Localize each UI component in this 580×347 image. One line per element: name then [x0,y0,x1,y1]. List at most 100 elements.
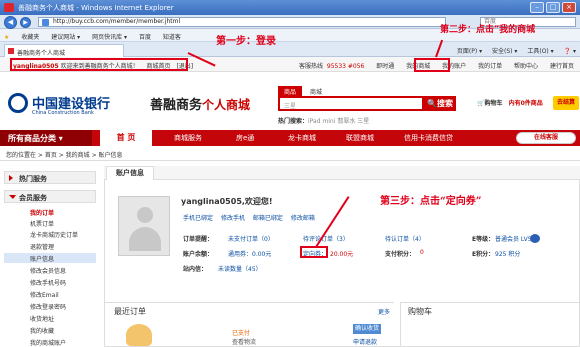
ie-icon [4,3,14,12]
back-icon[interactable]: ◀ [4,16,17,29]
sidebar-item-favorites[interactable]: 我的收藏 [30,326,54,335]
fav-item[interactable]: 建议网站 ▾ [51,34,80,41]
ccb-logo-icon[interactable] [8,93,28,113]
change-email-link[interactable]: 修改邮箱 [291,215,315,222]
account-welcome: yanglina0505,欢迎您! [181,197,273,206]
sidebar-item-password[interactable]: 修改登录密码 [30,302,66,311]
inbox-label: 站内信： [183,266,208,273]
address-input[interactable]: http://buy.ccb.com/member/member.jhtml [38,17,446,27]
sidebar-section-hot[interactable]: 热门服务 [4,171,96,184]
sidebar-item-mall-account[interactable]: 我的商城账户 [30,338,66,347]
phone-bound: 手机已绑定 [183,215,214,222]
fav-item[interactable]: 知道客 [163,34,181,41]
my-orders-link[interactable]: 我的订单 [478,63,502,70]
annotation-step1: 第一步：登录 [216,36,276,47]
window-titlebar: 善融商务个人商城 - Windows Internet Explorer [0,0,580,15]
sidebar-item-address[interactable]: 收货地址 [30,314,54,323]
sidebar-item-history[interactable]: 龙卡商城历史订单 [30,230,78,239]
nav-dragon-card[interactable]: 龙卡商城 [288,133,316,143]
brand-title: 善融商务个人商城 [150,98,251,113]
ccb-home-link[interactable]: 建行首页 [550,63,574,70]
sidebar-item-account[interactable]: 账户信息 [30,254,54,263]
command-bar: 页面(P) ▾ 安全(S) ▾ 工具(O) ▾ ❓ ▾ [449,46,576,55]
cart-link[interactable]: 🛒购物车 内有0件商品 [477,98,543,107]
sidebar-item-email[interactable]: 修改Email [30,290,59,299]
recent-orders-title: 最近订单 [114,307,146,316]
page-icon [42,19,49,26]
im-link[interactable]: 即时通 [376,63,394,70]
fav-item[interactable]: 百度 [139,34,151,41]
favorites-star-icon[interactable]: ★ [4,34,9,41]
level-icon [530,234,540,243]
safety-menu[interactable]: 安全(S) ▾ [492,48,517,55]
window-title: 善融商务个人商城 - Windows Internet Explorer [18,4,174,12]
confirm-receipt-button[interactable]: 确认收货 [353,324,381,334]
hotline-label: 客服热线 [298,63,323,70]
email-bound: 邮箱已绑定 [252,215,283,222]
cart-count: 内有0件商品 [508,100,543,107]
minimize-button[interactable]: – [530,2,544,13]
tab-favicon-icon [8,48,14,54]
annotation-step3: 第三步：点击“定向券” [380,196,482,207]
hot-searches: 热门搜索：iPad mini 翡翠水 三星 [278,118,370,125]
divider [0,160,580,161]
sidebar-item-refund[interactable]: 退款管理 [30,242,54,251]
nav-home[interactable]: 首 页 [100,130,152,146]
page-menu[interactable]: 页面(P) ▾ [457,48,482,55]
nav-house[interactable]: 房e通 [236,133,254,143]
fav-item[interactable]: 收藏夹 [21,34,39,41]
nav-alliance[interactable]: 联盟商城 [346,133,374,143]
hotline-number: 95533 #056 [326,63,365,70]
unpaid-orders-link[interactable]: 未支付订单（0） [228,234,274,243]
change-phone-link[interactable]: 修改手机 [221,215,245,222]
account-title: 账户信息 [106,166,154,180]
points-label: 支付积分： [385,251,416,258]
sidebar-item-phone[interactable]: 修改手机号码 [30,278,66,287]
epoints-value: 925 积分 [495,251,521,258]
annotation-box-directed-coupon [300,246,328,258]
epoints-label: E积分： [472,251,495,258]
browser-tab[interactable]: 善融商务个人商城 [4,44,124,57]
security-links: 手机已绑定 修改手机 邮箱已绑定 修改邮箱 [183,213,321,222]
directed-coupon-value: 20.00元 [330,251,354,258]
search-button[interactable]: 🔍搜索 [424,96,456,111]
general-coupon[interactable]: 通用券：0.00元 [228,249,271,258]
breadcrumb: 您的位置在 > 首页 > 我的商城 > 账户信息 [6,152,123,159]
sidebar-item-member-info[interactable]: 修改会员信息 [30,266,66,275]
logo-en: China Construction Bank [32,110,94,116]
avatar[interactable] [118,196,170,256]
annotation-step2: 第二步：点击“我的商城 [440,25,536,35]
level-label: E等级： [472,236,495,243]
fav-item[interactable]: 网页快讯库 ▾ [92,34,127,41]
order-reminder-label: 订单提醒： [183,236,214,243]
track-logistics-link[interactable]: 查看物流 [232,337,256,346]
help-link[interactable]: 帮助中心 [514,63,538,70]
points-value: 0 [420,249,424,256]
annotation-box-login [10,58,188,71]
sidebar-item-my-orders[interactable]: 我的订单 [30,208,54,217]
forward-icon[interactable]: ▶ [20,17,31,28]
sidebar-item-flight[interactable]: 机票订单 [30,219,54,228]
annotation-box-my-mall [414,58,450,72]
help-menu[interactable]: ❓ ▾ [564,48,576,55]
level-value: 普通会员 LV5 [495,236,532,243]
balance-label: 账户余额： [183,251,214,258]
tools-menu[interactable]: 工具(O) ▾ [527,48,553,55]
to-confirm-orders-link[interactable]: 待认订单（4） [385,234,425,243]
sidebar-section-member[interactable]: 会员服务 [4,190,96,203]
product-thumbnail[interactable] [126,324,152,346]
checkout-badge[interactable]: 去结算 [553,96,579,110]
nav-mall-service[interactable]: 商城服务 [174,133,202,143]
maximize-button[interactable]: □ [546,2,560,13]
to-review-orders-link[interactable]: 待评论订单（3） [303,234,349,243]
nav-credit[interactable]: 信用卡消费信贷 [404,133,453,143]
cart-panel-title: 购物车 [408,307,432,316]
recent-orders-more[interactable]: 更多 [378,307,390,316]
all-categories[interactable]: 所有商品分类 ▾ [0,130,92,146]
inbox-unread-link[interactable]: 未读数量（45） [218,264,262,273]
online-service-button[interactable]: 在线客服 [516,132,576,144]
apply-refund-link[interactable]: 申请退款 [353,337,377,346]
site-search-input[interactable]: 三星 [278,96,424,111]
account-panel-header [104,166,580,180]
close-button[interactable]: × [562,2,576,13]
